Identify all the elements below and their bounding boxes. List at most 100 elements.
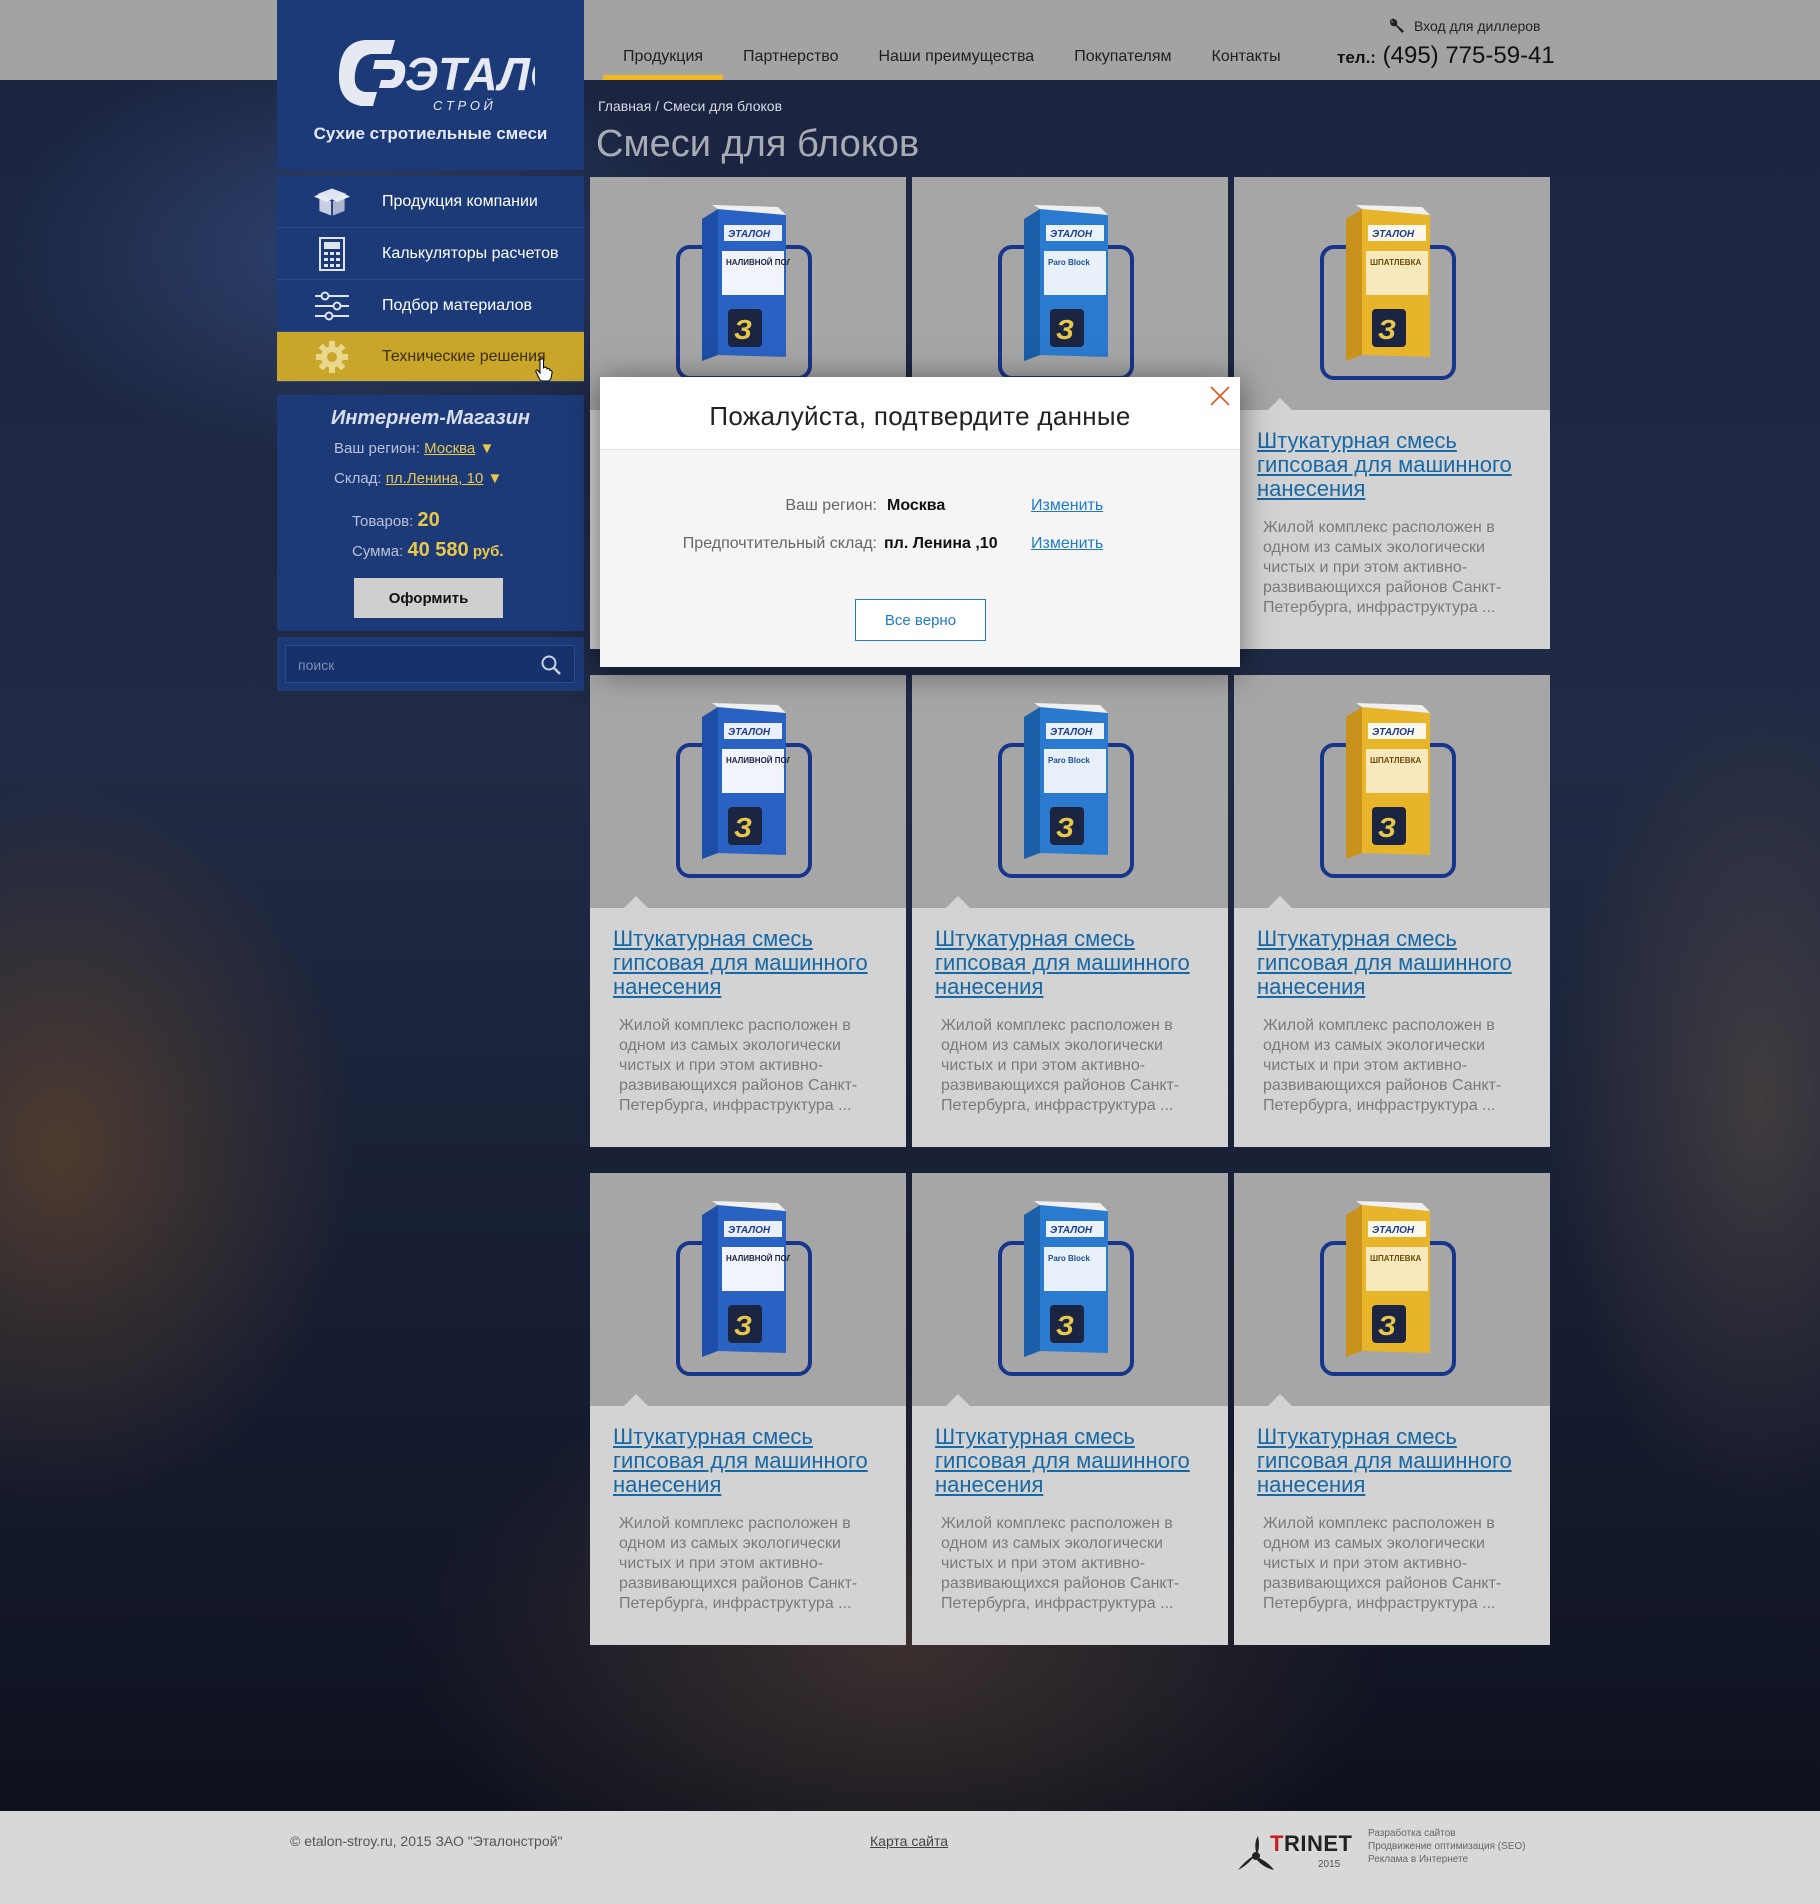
modal-region-change-link[interactable]: Изменить [1031,497,1103,515]
sidebar-item-technical[interactable]: Технические решения [277,332,584,382]
svg-text:ЭТАЛОН: ЭТАЛОН [1050,1225,1093,1236]
product-bag-image[interactable]: ЭТАЛОН ШПАТЛЕВКА З [1342,205,1434,365]
svg-text:ЭТАЛОН: ЭТАЛОН [1372,229,1415,240]
logo-block[interactable]: ЭТАЛОН С Т Р О Й Сухие стротиельные смес… [277,0,584,170]
breadcrumb[interactable]: Главная / Смеси для блоков [598,98,782,114]
product-title-link[interactable]: Штукатурная смесь гипсовая для машинного… [613,1425,893,1497]
product-card[interactable]: ЭТАЛОН ШПАТЛЕВКА З Штукатурная смесь гип… [1234,1173,1550,1645]
trinet-info: Разработка сайтов Продвижение оптимизаци… [1368,1828,1526,1865]
product-image-area[interactable]: ЭТАЛОН ШПАТЛЕВКА З [1234,177,1550,410]
dealer-login-label: Вход для диллеров [1414,18,1541,34]
shop-stock-label: Склад: [334,470,382,487]
logo-icon: ЭТАЛОН С Т Р О Й [338,40,535,113]
svg-text:ШПАТЛЕВКА: ШПАТЛЕВКА [1370,258,1421,267]
card-notch [946,896,970,908]
footer: © etalon-stroy.ru, 2015 ЗАО "Эталонстрой… [0,1811,1820,1904]
svg-text:ЭТАЛОН: ЭТАЛОН [405,48,535,100]
svg-text:З: З [1378,1310,1396,1341]
svg-text:НАЛИВНОЙ ПОЛ: НАЛИВНОЙ ПОЛ [726,258,790,267]
shop-stock-select[interactable]: пл.Ленина, 10 [386,470,484,487]
product-title-link[interactable]: Штукатурная смесь гипсовая для машинного… [935,1425,1215,1497]
product-image-area[interactable]: ЭТАЛОН Paro Block З [912,675,1228,908]
svg-text:ЭТАЛОН: ЭТАЛОН [1050,229,1093,240]
modal-region-value: Москва [887,497,946,514]
shop-sum-row: Сумма: 40 580 руб. [352,539,504,562]
product-bag-image[interactable]: ЭТАЛОН Paro Block З [1020,1201,1112,1361]
svg-text:НАЛИВНОЙ ПОЛ: НАЛИВНОЙ ПОЛ [726,1254,790,1263]
product-title-link[interactable]: Штукатурная смесь гипсовая для машинного… [1257,927,1537,999]
sitemap-link[interactable]: Карта сайта [870,1833,948,1849]
product-bag-image[interactable]: ЭТАЛОН Paro Block З [1020,205,1112,365]
product-image-area[interactable]: ЭТАЛОН НАЛИВНОЙ ПОЛ З [590,675,906,908]
product-image-area[interactable]: ЭТАЛОН Paro Block З [912,177,1228,410]
sidebar-item-calculators[interactable]: Калькуляторы расчетов [277,228,584,280]
nav-products[interactable]: Продукция [603,48,724,80]
shop-panel: Интернет-Магазин Ваш регион: Москва ▼ Ск… [277,395,584,631]
sidebar-item-materials[interactable]: Подбор материалов [277,280,584,332]
product-title-link[interactable]: Штукатурная смесь гипсовая для машинного… [613,927,893,999]
search-field [285,645,575,683]
dropdown-arrow-icon[interactable]: ▼ [479,440,494,457]
product-bag-image[interactable]: ЭТАЛОН НАЛИВНОЙ ПОЛ З [698,1201,790,1361]
shop-region-select[interactable]: Москва [424,440,475,457]
product-card[interactable]: ЭТАЛОН Paro Block З Штукатурная смесь ги… [912,675,1228,1147]
svg-text:З: З [734,314,752,345]
close-icon[interactable] [1208,384,1232,408]
svg-text:ЭТАЛОН: ЭТАЛОН [728,1225,771,1236]
product-bag-image[interactable]: ЭТАЛОН Paro Block З [1020,703,1112,863]
product-image-area[interactable]: ЭТАЛОН ШПАТЛЕВКА З [1234,675,1550,908]
product-bag-image[interactable]: ЭТАЛОН ШПАТЛЕВКА З [1342,1201,1434,1361]
nav-partnership[interactable]: Партнерство [723,48,858,80]
svg-text:З: З [1056,812,1074,843]
product-title-link[interactable]: Штукатурная смесь гипсовая для машинного… [1257,429,1537,501]
product-bag-image[interactable]: ЭТАЛОН НАЛИВНОЙ ПОЛ З [698,703,790,863]
product-bag-image[interactable]: ЭТАЛОН НАЛИВНОЙ ПОЛ З [698,205,790,365]
product-card[interactable]: ЭТАЛОН НАЛИВНОЙ ПОЛ З Штукатурная смесь … [590,1173,906,1645]
card-notch [1268,1394,1292,1406]
card-notch [1268,398,1292,410]
sidebar-nav: Продукция компании Калькуляторы расчетов… [277,176,584,382]
nav-advantages[interactable]: Наши преимущества [859,48,1055,80]
search-icon[interactable] [540,654,562,676]
modal-stock-change-link[interactable]: Изменить [1031,535,1103,553]
shop-title: Интернет-Магазин [330,407,531,429]
product-image-area[interactable]: ЭТАЛОН ШПАТЛЕВКА З [1234,1173,1550,1406]
svg-text:З: З [1056,314,1074,345]
confirm-modal: Пожалуйста, подтвердите данные Ваш регио… [600,377,1240,667]
product-image-area[interactable]: ЭТАЛОН НАЛИВНОЙ ПОЛ З [590,1173,906,1406]
confirm-button[interactable]: Все верно [855,599,986,641]
product-title-link[interactable]: Штукатурная смесь гипсовая для машинного… [935,927,1215,999]
svg-text:ЭТАЛОН: ЭТАЛОН [728,229,771,240]
shop-items-count: 20 [417,509,440,531]
logo-tagline: Сухие стротиельные смеси [313,124,548,143]
shop-sum-label: Сумма: [352,543,404,560]
shop-region-row: Ваш регион: Москва ▼ [334,440,494,457]
trinet-logo[interactable]: TRINET 2015 Разработка сайтов Продвижени… [1236,1826,1536,1876]
product-bag-image[interactable]: ЭТАЛОН ШПАТЛЕВКА З [1342,703,1434,863]
shop-items-row: Товаров: 20 [352,509,440,532]
card-notch [946,1394,970,1406]
svg-text:З: З [734,812,752,843]
svg-text:З: З [734,1310,752,1341]
product-image-area[interactable]: ЭТАЛОН Paro Block З [912,1173,1228,1406]
search-input[interactable] [298,654,518,676]
sidebar-item-products[interactable]: Продукция компании [277,176,584,228]
dropdown-arrow-icon[interactable]: ▼ [487,470,502,487]
dealer-login-link[interactable]: Вход для диллеров [1388,17,1541,35]
sidebar-item-label: Калькуляторы расчетов [382,244,559,262]
modal-stock-value: пл. Ленина ,10 [884,535,998,552]
product-card[interactable]: ЭТАЛОН ШПАТЛЕВКА З Штукатурная смесь гип… [1234,177,1550,649]
product-card[interactable]: ЭТАЛОН ШПАТЛЕВКА З Штукатурная смесь гип… [1234,675,1550,1147]
product-description: Жилой комплекс расположен в одном из сам… [941,1515,1180,1612]
product-image-area[interactable]: ЭТАЛОН НАЛИВНОЙ ПОЛ З [590,177,906,410]
product-description: Жилой комплекс расположен в одном из сам… [619,1017,858,1114]
sidebar-item-label: Продукция компании [382,192,538,210]
order-button[interactable]: Оформить [354,578,503,618]
svg-text:Paro Block: Paro Block [1048,1254,1090,1263]
nav-customers[interactable]: Покупателям [1054,48,1191,80]
product-card[interactable]: ЭТАЛОН Paro Block З Штукатурная смесь ги… [912,1173,1228,1645]
product-card[interactable]: ЭТАЛОН НАЛИВНОЙ ПОЛ З Штукатурная смесь … [590,675,906,1147]
svg-text:ЭТАЛОН: ЭТАЛОН [1050,727,1093,738]
product-title-link[interactable]: Штукатурная смесь гипсовая для машинного… [1257,1425,1537,1497]
nav-contacts[interactable]: Контакты [1192,48,1301,80]
